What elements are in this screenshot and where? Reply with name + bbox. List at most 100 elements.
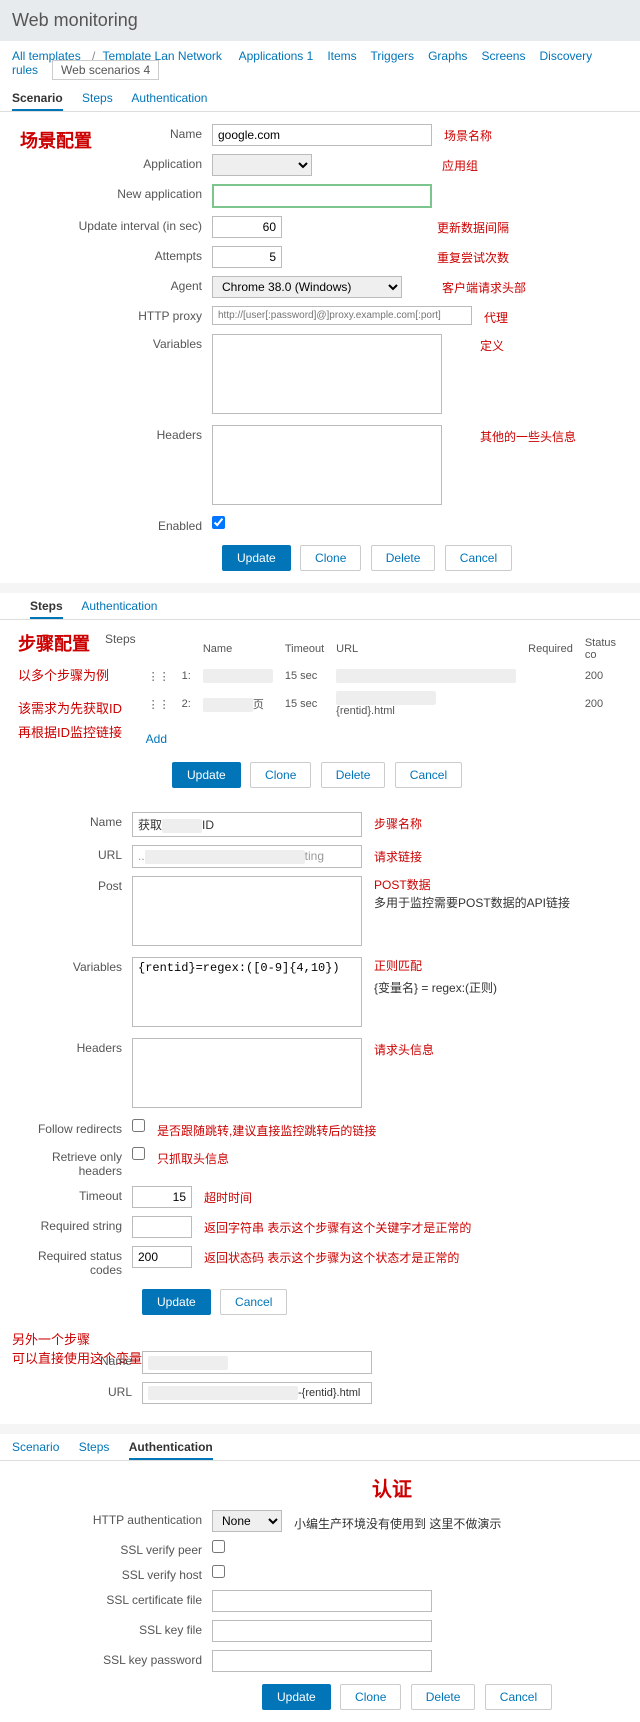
application-select[interactable] (212, 154, 312, 176)
clone-button[interactable]: Clone (300, 545, 361, 571)
note-step-headers: 请求头信息 (374, 1038, 434, 1058)
note-post: POST数据 (374, 876, 570, 894)
note-timeout: 超时时间 (204, 1186, 252, 1206)
note-step-url: 请求链接 (374, 845, 422, 865)
tab-steps-3[interactable]: Steps (79, 1440, 110, 1458)
table-row[interactable]: ⋮⋮ 2: 页 15 sec {rentid}.html 200 (148, 688, 626, 720)
step-name-input[interactable]: 获取ID (132, 812, 362, 837)
agent-select[interactable]: Chrome 38.0 (Windows) (212, 276, 402, 298)
label-step-headers: Headers (12, 1038, 132, 1055)
auth-title: 认证 (372, 1473, 628, 1502)
col-required: Required (528, 634, 583, 664)
label-another-name: Name (12, 1351, 142, 1368)
divider-2 (0, 1424, 640, 1434)
another-url-input[interactable]: -{rentid}.html (142, 1382, 372, 1404)
key-password-input[interactable] (212, 1650, 432, 1672)
page-title: Web monitoring (12, 10, 138, 30)
verify-peer-checkbox[interactable] (212, 1540, 225, 1553)
auth-tabs: Scenario Steps Authentication (0, 1434, 640, 1461)
step-url-input[interactable]: ..ting (132, 845, 362, 868)
retrieve-headers-checkbox[interactable] (132, 1147, 145, 1160)
required-status-input[interactable] (132, 1246, 192, 1268)
step-detail-form: Name 获取ID 步骤名称 URL ..ting 请求链接 Post POST… (0, 800, 640, 1327)
tab-steps[interactable]: Steps (82, 91, 113, 109)
section-title-scenario: 场景配置 (20, 127, 92, 153)
drag-handle-icon[interactable]: ⋮⋮ (148, 688, 180, 720)
verify-host-checkbox[interactable] (212, 1565, 225, 1578)
label-agent: Agent (102, 276, 212, 293)
step-variables-textarea[interactable]: {rentid}=regex:([0-9]{4,10}) (132, 957, 362, 1027)
enabled-checkbox[interactable] (212, 516, 225, 529)
page-header: Web monitoring (0, 0, 640, 41)
delete-button-2[interactable]: Delete (321, 762, 386, 788)
step-post-textarea[interactable] (132, 876, 362, 946)
delete-button[interactable]: Delete (371, 545, 436, 571)
another-name-input[interactable] (142, 1351, 372, 1374)
nav-web-scenarios[interactable]: Web scenarios 4 (52, 60, 159, 80)
nav-screens[interactable]: Screens (481, 49, 525, 63)
nav-triggers[interactable]: Triggers (370, 49, 414, 63)
label-name: Name (102, 124, 212, 141)
another-step-title: 另外一个步骤 (12, 1329, 628, 1348)
http-proxy-input[interactable] (212, 306, 472, 325)
note-variables-formula: {变量名} = regex:(正则) (374, 979, 497, 997)
update-button-3[interactable]: Update (142, 1289, 211, 1315)
key-file-input[interactable] (212, 1620, 432, 1642)
tab-steps-2[interactable]: Steps (30, 599, 63, 619)
timeout-input[interactable] (132, 1186, 192, 1208)
name-input[interactable] (212, 124, 432, 146)
label-key-password: SSL key password (12, 1650, 212, 1667)
note-required-status: 返回状态码 表示这个步骤为这个状态才是正常的 (204, 1246, 459, 1266)
cert-file-input[interactable] (212, 1590, 432, 1612)
clone-button-4[interactable]: Clone (340, 1684, 401, 1710)
label-attempts: Attempts (102, 246, 212, 263)
nav-items[interactable]: Items (327, 49, 356, 63)
attempts-input[interactable] (212, 246, 282, 268)
smudge (203, 669, 273, 683)
update-button-4[interactable]: Update (262, 1684, 331, 1710)
clone-button-2[interactable]: Clone (250, 762, 311, 788)
smudge (336, 691, 436, 705)
tab-authentication[interactable]: Authentication (131, 91, 207, 109)
cancel-button-4[interactable]: Cancel (485, 1684, 552, 1710)
delete-button-4[interactable]: Delete (411, 1684, 476, 1710)
label-variables: Variables (102, 334, 212, 351)
cancel-button[interactable]: Cancel (445, 545, 512, 571)
auth-note: 小编生产环境没有使用到 这里不做演示 (294, 1510, 501, 1532)
step-headers-textarea[interactable] (132, 1038, 362, 1108)
section-title-steps: 步骤配置 (18, 630, 122, 656)
note-variables: 定义 (480, 334, 504, 354)
headers-textarea[interactable] (212, 425, 442, 505)
note-headers: 其他的一些头信息 (480, 425, 576, 445)
follow-redirects-checkbox[interactable] (132, 1119, 145, 1132)
drag-handle-icon[interactable]: ⋮⋮ (148, 666, 180, 686)
label-follow-redirects: Follow redirects (12, 1119, 132, 1136)
cancel-button-3[interactable]: Cancel (220, 1289, 287, 1315)
http-auth-select[interactable]: None (212, 1510, 282, 1532)
label-headers: Headers (102, 425, 212, 442)
table-row[interactable]: ⋮⋮ 1: 15 sec 200 (148, 666, 626, 686)
note-agent: 客户端请求头部 (442, 276, 526, 296)
steps-tabs: Steps Authentication (0, 593, 640, 620)
add-step-link[interactable]: Add (146, 732, 167, 746)
note-name: 场景名称 (444, 124, 492, 144)
nav-applications[interactable]: Applications 1 (239, 49, 314, 63)
tab-scenario[interactable]: Scenario (12, 91, 63, 111)
variables-textarea[interactable] (212, 334, 442, 414)
label-step-variables: Variables (12, 957, 132, 974)
steps-table: Name Timeout URL Required Status co ⋮⋮ 1… (146, 632, 628, 722)
update-interval-input[interactable] (212, 216, 282, 238)
cancel-button-2[interactable]: Cancel (395, 762, 462, 788)
another-step-section: 另外一个步骤 可以直接使用这个变量 Name URL -{rentid}.htm… (0, 1327, 640, 1424)
required-string-input[interactable] (132, 1216, 192, 1238)
note-follow-redirects: 是否跟随跳转,建议直接监控跳转后的链接 (157, 1119, 376, 1139)
nav-graphs[interactable]: Graphs (428, 49, 467, 63)
tab-auth-2[interactable]: Authentication (81, 599, 157, 617)
note-attempts: 重复尝试次数 (437, 246, 509, 266)
tab-auth-3[interactable]: Authentication (129, 1440, 213, 1460)
update-button[interactable]: Update (222, 545, 291, 571)
note-application: 应用组 (442, 154, 478, 174)
new-application-input[interactable] (212, 184, 432, 208)
tab-scenario-3[interactable]: Scenario (12, 1440, 59, 1458)
update-button-2[interactable]: Update (172, 762, 241, 788)
